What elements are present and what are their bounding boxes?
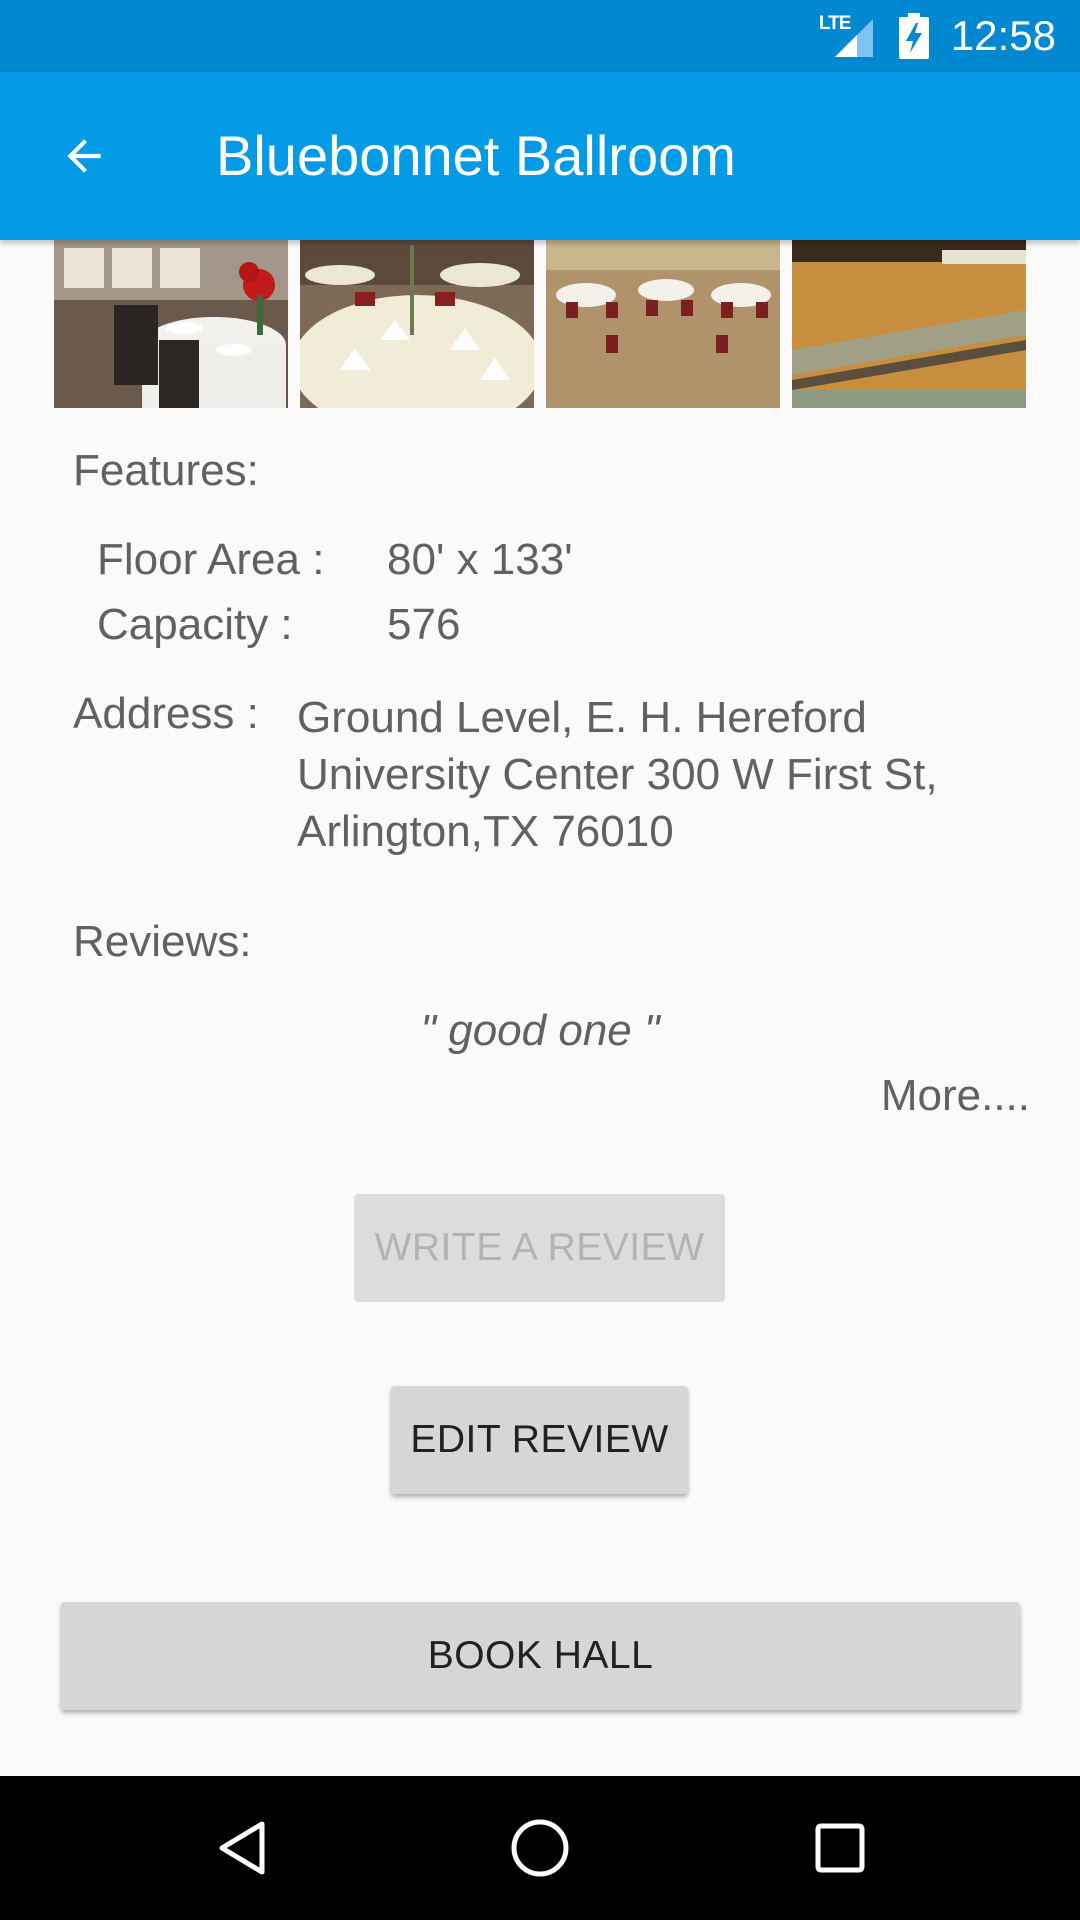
- gallery-photo-table-setting[interactable]: [300, 240, 534, 408]
- reviews-heading: Reviews:: [73, 917, 252, 966]
- more-reviews-link[interactable]: More....: [881, 1071, 1030, 1121]
- ballroom-floor-photo: [792, 240, 1026, 408]
- capacity-label: Capacity :: [97, 600, 293, 649]
- nav-home-button[interactable]: [468, 1776, 612, 1920]
- floor-area-value: 80' x 133': [387, 535, 573, 584]
- arrow-back-icon: [67, 139, 101, 173]
- review-quote: " good one ": [420, 1006, 660, 1055]
- edit-review-button[interactable]: EDIT REVIEW: [391, 1386, 688, 1494]
- nav-back-button[interactable]: [170, 1776, 314, 1920]
- system-nav-bar: [0, 1776, 1080, 1920]
- battery-charging-icon: [898, 13, 929, 59]
- gallery-photo-banquet-table[interactable]: [54, 240, 288, 408]
- status-time: 12:58: [950, 12, 1056, 59]
- book-hall-button[interactable]: BOOK HALL: [61, 1602, 1020, 1710]
- floor-area-label: Floor Area :: [97, 535, 325, 584]
- nav-back-icon: [219, 1821, 265, 1875]
- status-bar: LTE 12:58: [0, 0, 1080, 72]
- lte-signal-icon: LTE: [819, 13, 877, 59]
- address-label: Address :: [73, 689, 259, 738]
- features-heading: Features:: [73, 446, 259, 495]
- address-value: Ground Level, E. H. Hereford University …: [297, 693, 938, 856]
- nav-home-icon: [511, 1819, 569, 1877]
- table-setting-photo: [300, 240, 534, 408]
- nav-recents-button[interactable]: [768, 1776, 912, 1920]
- gallery-photo-ballroom-tables[interactable]: [546, 240, 780, 408]
- photo-gallery: [54, 240, 1026, 408]
- capacity-value: 576: [387, 600, 461, 649]
- gallery-photo-ballroom-floor[interactable]: [792, 240, 1026, 408]
- status-icons: LTE 12:58: [819, 0, 1056, 72]
- page-title: Bluebonnet Ballroom: [216, 124, 736, 187]
- write-review-button[interactable]: WRITE A REVIEW: [354, 1194, 725, 1302]
- app-bar: Bluebonnet Ballroom: [0, 72, 1080, 240]
- ballroom-tables-photo: [546, 240, 780, 408]
- banquet-table-photo: [54, 240, 288, 408]
- nav-recents-icon: [815, 1823, 865, 1873]
- back-button[interactable]: [48, 120, 120, 192]
